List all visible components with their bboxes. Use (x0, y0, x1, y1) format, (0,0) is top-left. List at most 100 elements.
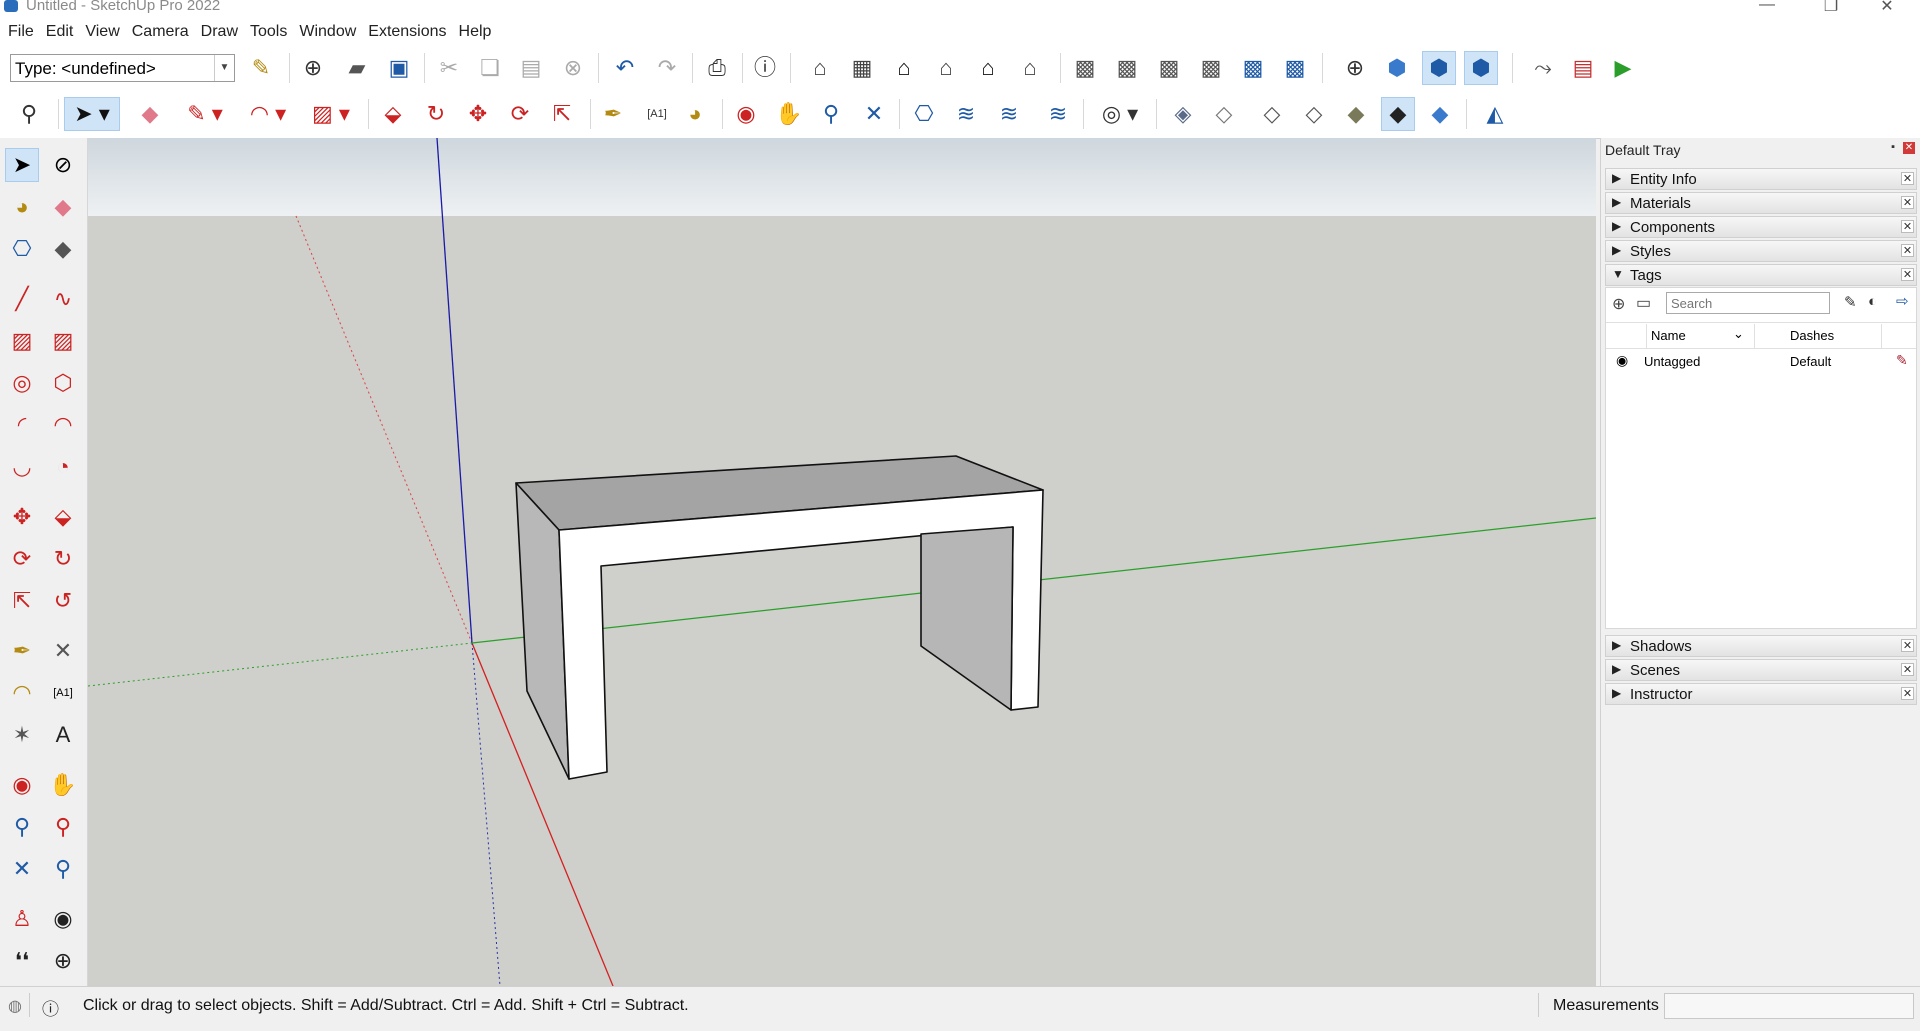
scale-icon[interactable]: ⇱ (545, 97, 579, 131)
rotate-icon[interactable]: ⟳ (503, 97, 537, 131)
undo-icon[interactable]: ↶ (608, 51, 642, 85)
panel-scenes[interactable]: ▶ Scenes ✕ (1605, 659, 1917, 681)
panel-close-icon[interactable]: ✕ (1901, 196, 1914, 209)
position-camera-icon[interactable]: ♙ (5, 902, 39, 936)
select-tool-icon[interactable]: ➤ ▾ (64, 97, 120, 131)
back-edges-icon[interactable]: ◇ (1207, 97, 1241, 131)
display-section-planes-icon[interactable]: ⬢ (1380, 51, 1414, 85)
extension-warehouse-icon[interactable]: ≋ (949, 97, 983, 131)
menu-file[interactable]: File (7, 18, 35, 45)
geo-location-icon[interactable]: ◍ (8, 996, 22, 1016)
arc-tool-icon[interactable]: ◠ ▾ (243, 97, 293, 131)
union-icon[interactable]: ▩ (1152, 51, 1186, 85)
menu-window[interactable]: Window (298, 18, 357, 45)
zoom-window-icon[interactable]: ⚲ (46, 810, 80, 844)
pie-icon[interactable]: ◔ (46, 450, 80, 484)
chevron-down-icon[interactable]: ▼ (214, 55, 234, 81)
erase-icon[interactable]: ⊗ (556, 51, 590, 85)
tag-color-pencil-icon[interactable]: ✎ (1896, 352, 1908, 369)
tag-tool-icon[interactable]: ✎ (1844, 293, 1857, 311)
pan-icon[interactable]: ✋ (772, 97, 806, 131)
menu-tools[interactable]: Tools (249, 18, 288, 45)
make-component-icon[interactable]: ⎔ (5, 232, 39, 266)
monochrome-icon[interactable]: ◆ (1423, 97, 1457, 131)
details-icon[interactable]: ⇨ (1896, 292, 1909, 310)
panel-close-icon[interactable]: ✕ (1901, 687, 1914, 700)
zoom-extents-tool-icon[interactable]: ✕ (5, 852, 39, 886)
rotate-tool-icon[interactable]: ⟳ (5, 542, 39, 576)
move-icon[interactable]: ✥ (461, 97, 495, 131)
orbit-tool-icon[interactable]: ◉ (5, 768, 39, 802)
protractor-icon[interactable]: ◠ (5, 676, 39, 710)
drawing-area[interactable] (88, 138, 1596, 986)
outer-shell-icon[interactable]: ▩ (1068, 51, 1102, 85)
follow-me-tool-icon[interactable]: ↻ (46, 542, 80, 576)
tag-row[interactable]: ◉ Untagged Default ✎ (1606, 350, 1916, 374)
open-folder-icon[interactable]: ▰ (340, 51, 374, 85)
copy-icon[interactable]: ❏ (473, 51, 507, 85)
trimble-connect-icon[interactable]: ≋ (1041, 97, 1075, 131)
zoom-tool-icon[interactable]: ⚲ (5, 810, 39, 844)
left-view-icon[interactable]: ⌂ (1013, 51, 1047, 85)
text-tool-icon[interactable]: [A1] (640, 97, 674, 131)
color-by-tag-icon[interactable]: ◐ (1868, 293, 1877, 310)
zoom-extents-icon[interactable]: ✕ (857, 97, 891, 131)
account-icon[interactable]: ◎ ▾ (1092, 97, 1148, 131)
split-icon[interactable]: ▩ (1278, 51, 1312, 85)
follow-me-icon[interactable]: ↻ (419, 97, 453, 131)
move-tool-icon[interactable]: ✥ (5, 500, 39, 534)
instructor-info-icon[interactable]: ⓘ (42, 995, 59, 1020)
new-file-icon[interactable]: ⊕ (296, 51, 330, 85)
tags-col-dashes[interactable]: Dashes (1790, 328, 1834, 343)
classifier-icon[interactable]: ✎ (244, 51, 278, 85)
two-point-arc-icon[interactable]: ◠ (46, 408, 80, 442)
circle-icon[interactable]: ◎ (5, 366, 39, 400)
menu-extensions[interactable]: Extensions (367, 18, 447, 45)
flip-along-icon[interactable]: ◭ (1478, 97, 1512, 131)
dimension-icon[interactable]: ✕ (46, 634, 80, 668)
panel-shadows[interactable]: ▶ Shadows ✕ (1605, 635, 1917, 657)
tape-measure-icon[interactable]: ✒ (596, 97, 630, 131)
intersect-icon[interactable]: ▩ (1110, 51, 1144, 85)
push-pull-tool-icon[interactable]: ⬙ (46, 500, 80, 534)
panel-entity-info[interactable]: ▶ Entity Info ✕ (1605, 168, 1917, 190)
sandbox-icon[interactable]: ⤳ (1526, 51, 1560, 85)
line-tool-icon[interactable]: ✎ ▾ (180, 97, 230, 131)
select-icon[interactable]: ➤ (5, 148, 39, 182)
tape-measure-tool-icon[interactable]: ✒ (5, 634, 39, 668)
search-icon[interactable]: ⚲ (12, 97, 46, 131)
panel-close-icon[interactable]: ✕ (1901, 663, 1914, 676)
hidden-line-icon[interactable]: ◇ (1297, 97, 1331, 131)
scale-tool-icon[interactable]: ⇱ (5, 584, 39, 618)
xray-icon[interactable]: ◈ (1166, 97, 1200, 131)
panel-instructor[interactable]: ▶ Instructor ✕ (1605, 683, 1917, 705)
print-icon[interactable]: ⎙ (700, 51, 734, 85)
type-dropdown[interactable]: Type: <undefined> ▼ (10, 54, 235, 82)
layout-icon[interactable]: ▤ (1566, 51, 1600, 85)
panel-materials[interactable]: ▶ Materials ✕ (1605, 192, 1917, 214)
chevron-down-icon[interactable]: ⌄ (1733, 326, 1744, 342)
panel-styles[interactable]: ▶ Styles ✕ (1605, 240, 1917, 262)
previous-view-icon[interactable]: ⚲ (46, 852, 80, 886)
zoom-icon[interactable]: ⚲ (814, 97, 848, 131)
offset-icon[interactable]: ↺ (46, 584, 80, 618)
save-icon[interactable]: ▣ (382, 51, 416, 85)
minimize-icon[interactable]: — (1744, 0, 1790, 16)
redo-icon[interactable]: ↷ (650, 51, 684, 85)
model-info-icon[interactable]: ⓘ (748, 51, 782, 85)
restore-icon[interactable]: ❐ (1808, 0, 1854, 16)
look-around-icon[interactable]: ◉ (46, 902, 80, 936)
text-icon[interactable]: [A1] (46, 676, 80, 710)
menu-help[interactable]: Help (458, 18, 493, 45)
tags-col-name[interactable]: Name (1651, 328, 1686, 343)
trim-icon[interactable]: ▩ (1236, 51, 1270, 85)
panel-tags[interactable]: ▼ Tags ✕ (1605, 264, 1917, 286)
pan-tool-icon[interactable]: ✋ (46, 768, 80, 802)
panel-close-icon[interactable]: ✕ (1901, 268, 1914, 281)
rectangle-tool-icon[interactable]: ▨ ▾ (306, 97, 356, 131)
menu-edit[interactable]: Edit (45, 18, 75, 45)
eraser-tool-icon[interactable]: ◆ (46, 190, 80, 224)
tray-close-icon[interactable]: ✕ (1903, 142, 1915, 154)
wireframe-icon[interactable]: ◇ (1255, 97, 1289, 131)
freehand-icon[interactable]: ∿ (46, 282, 80, 316)
